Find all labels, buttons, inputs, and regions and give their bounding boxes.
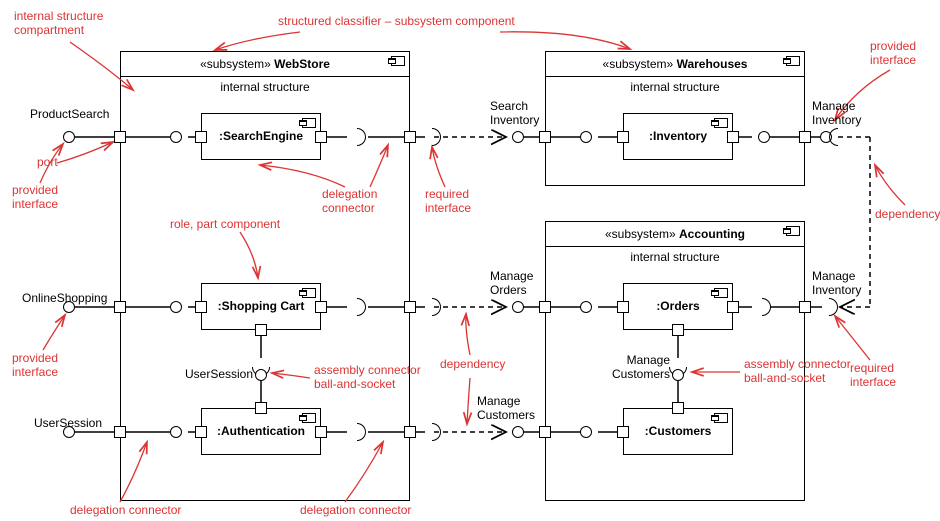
label-search-inventory: Search Inventory [490, 100, 539, 128]
label-manage-inventory-2: Manage Inventory [812, 270, 861, 298]
ann-required-interface-r: required interface [850, 362, 896, 390]
ann-assembly-connector-2: assembly connector ball-and-socket [744, 358, 851, 386]
port [617, 426, 629, 438]
ann-delegation-connector-bc: delegation connector [300, 504, 411, 518]
ann-role-part-component: role, part component [170, 218, 280, 232]
port [404, 426, 416, 438]
port [114, 131, 126, 143]
port [799, 131, 811, 143]
provided-ball [580, 131, 592, 143]
connectors-svg [0, 0, 940, 521]
label-user-session-left: UserSession [34, 417, 102, 431]
port [727, 301, 739, 313]
provided-ball [580, 426, 592, 438]
ann-provided-interface-l1: provided interface [12, 184, 58, 212]
port [255, 402, 267, 414]
label-manage-inventory-1: Manage Inventory [812, 100, 861, 128]
port [617, 301, 629, 313]
label-user-session-top: UserSession [185, 368, 253, 382]
port [315, 426, 327, 438]
port [195, 426, 207, 438]
port [727, 131, 739, 143]
provided-ball [512, 301, 524, 313]
label-manage-orders: Manage Orders [490, 270, 533, 298]
provided-ball [63, 131, 75, 143]
label-product-search: ProductSearch [30, 108, 109, 122]
provided-ball [170, 301, 182, 313]
port [539, 131, 551, 143]
ann-provided-interface-tr: provided interface [870, 40, 916, 68]
ann-assembly-connector-1: assembly connector ball-and-socket [314, 364, 421, 392]
port [195, 301, 207, 313]
port [255, 324, 267, 336]
port [114, 426, 126, 438]
provided-ball [580, 301, 592, 313]
ann-delegation-connector-bl: delegation connector [70, 504, 181, 518]
provided-ball [758, 131, 770, 143]
port [672, 402, 684, 414]
ann-dependency-c: dependency [440, 358, 505, 372]
provided-ball [170, 426, 182, 438]
ann-provided-interface-l2: provided interface [12, 352, 58, 380]
provided-ball [512, 426, 524, 438]
port [617, 131, 629, 143]
port [315, 131, 327, 143]
port [315, 301, 327, 313]
port [195, 131, 207, 143]
ann-dependency-r: dependency [875, 208, 940, 222]
port [114, 301, 126, 313]
provided-ball [512, 131, 524, 143]
port [539, 301, 551, 313]
label-manage-customers-top: Manage Customers [612, 354, 670, 382]
provided-ball [255, 369, 267, 381]
port [404, 131, 416, 143]
label-online-shopping: OnlineShopping [22, 292, 107, 306]
port [799, 301, 811, 313]
port [404, 301, 416, 313]
label-manage-customers-left: Manage Customers [477, 395, 535, 423]
ann-port: port [37, 156, 58, 170]
ann-required-interface-1: required interface [425, 188, 471, 216]
port [672, 324, 684, 336]
provided-ball [170, 131, 182, 143]
port [539, 426, 551, 438]
ann-delegation-connector-1: delegation connector [322, 188, 377, 216]
provided-ball [672, 369, 684, 381]
ann-structured-classifier: structured classifier – subsystem compon… [278, 15, 515, 29]
ann-internal-structure-compartment: internal structure compartment [14, 10, 103, 38]
